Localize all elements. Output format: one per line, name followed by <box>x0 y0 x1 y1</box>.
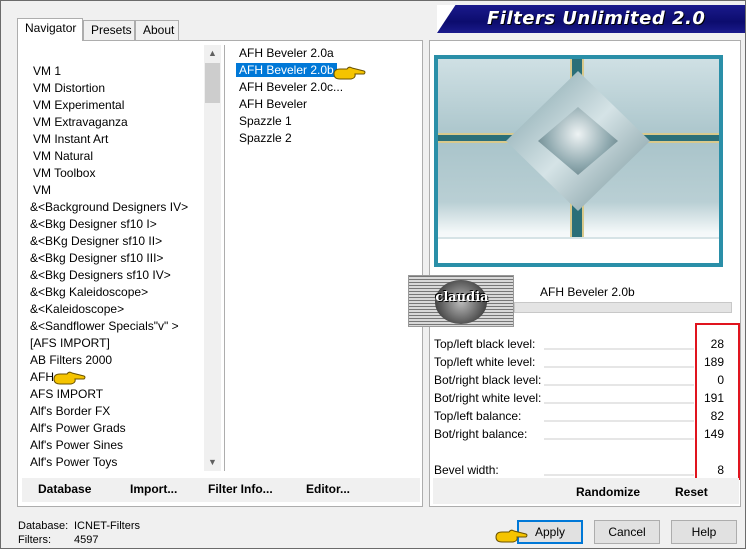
param-slider[interactable] <box>544 366 694 368</box>
filter-item[interactable]: Spazzle 1 <box>225 113 424 130</box>
database-info: Database: ICNET-Filters Filters: 4597 <box>18 519 140 547</box>
category-item[interactable]: &<Sandflower Specials"v" > <box>28 318 204 335</box>
tab-presets[interactable]: Presets <box>83 20 135 40</box>
tab-navigator[interactable]: Navigator <box>17 18 83 41</box>
param-row[interactable]: Bot/right white level: 191 <box>434 389 734 407</box>
param-label: Bevel width: <box>434 463 499 477</box>
category-item[interactable]: &<Background Designers IV> <box>28 199 204 216</box>
reset-button[interactable]: Reset <box>675 485 708 499</box>
highlight-box <box>695 323 740 480</box>
param-slider[interactable] <box>544 402 694 404</box>
pointing-hand-icon <box>53 370 87 386</box>
scroll-up-icon[interactable]: ▲ <box>204 45 221 62</box>
param-label: Top/left black level: <box>434 337 536 351</box>
category-item[interactable]: &<Bkg Kaleidoscope> <box>28 284 204 301</box>
randomize-button[interactable]: Randomize <box>576 485 640 499</box>
filters-label: Filters: <box>18 534 51 546</box>
filters-count: 4597 <box>74 534 99 546</box>
param-label: Top/left balance: <box>434 409 522 423</box>
category-item[interactable]: &<Kaleidoscope> <box>28 301 204 318</box>
filter-item[interactable]: AFH Beveler 2.0c... <box>225 79 424 96</box>
cancel-button[interactable]: Cancel <box>594 520 660 544</box>
filter-list[interactable]: AFH Beveler 2.0a AFH Beveler 2.0b AFH Be… <box>224 45 424 471</box>
param-label: Bot/right balance: <box>434 427 528 441</box>
category-item[interactable]: &<BKg Designer sf10 II> <box>28 233 204 250</box>
param-label: Bot/right white level: <box>434 391 542 405</box>
selected-filter-label: AFH Beveler 2.0b <box>236 63 337 77</box>
category-item[interactable]: VM Extravaganza <box>28 114 204 131</box>
param-row[interactable]: Top/left black level: 28 <box>434 335 734 353</box>
category-item[interactable]: VM <box>28 182 204 199</box>
param-slider[interactable] <box>544 420 694 422</box>
category-scrollbar[interactable]: ▲ ▼ <box>204 45 221 471</box>
help-button[interactable]: Help <box>671 520 737 544</box>
database-button[interactable]: Database <box>38 482 91 496</box>
tab-about[interactable]: About <box>135 20 179 40</box>
param-label: Bot/right black level: <box>434 373 542 387</box>
pointing-hand-icon <box>495 528 529 544</box>
filter-info-button[interactable]: Filter Info... <box>208 482 273 496</box>
category-item[interactable]: VM Distortion <box>28 80 204 97</box>
preview-canvas <box>438 59 719 263</box>
database-label: Database: <box>18 520 69 532</box>
category-item[interactable]: VM Natural <box>28 148 204 165</box>
category-item[interactable]: AB Filters 2000 <box>28 352 204 369</box>
category-item[interactable]: VM Instant Art <box>28 131 204 148</box>
filter-item[interactable]: Spazzle 2 <box>225 130 424 147</box>
filters-unlimited-window: Filters Unlimited 2.0 Navigator Presets … <box>0 0 746 549</box>
category-item[interactable]: &<Bkg Designer sf10 I> <box>28 216 204 233</box>
database-value: ICNET-Filters <box>74 520 140 532</box>
param-slider[interactable] <box>544 348 694 350</box>
pointing-hand-icon <box>333 65 367 81</box>
navigator-buttons: Database Import... Filter Info... Editor… <box>22 478 420 502</box>
param-row[interactable]: Bot/right balance: 149 <box>434 425 734 443</box>
param-row[interactable]: Bot/right black level: 0 <box>434 371 734 389</box>
category-item[interactable]: VM 1 <box>28 63 204 80</box>
category-item[interactable]: Alf's Power Toys <box>28 454 204 471</box>
param-slider[interactable] <box>544 438 694 440</box>
preview-image <box>434 55 723 267</box>
category-item[interactable]: VM Experimental <box>28 97 204 114</box>
category-item[interactable]: &<Bkg Designer sf10 III> <box>28 250 204 267</box>
category-list[interactable]: VM 1 VM Distortion VM Experimental VM Ex… <box>28 63 204 471</box>
param-label: Top/left white level: <box>434 355 536 369</box>
watermark-logo: claudia <box>408 275 514 327</box>
preview-filter-name: AFH Beveler 2.0b <box>540 285 635 299</box>
logo-text: claudia <box>435 290 489 305</box>
scroll-down-icon[interactable]: ▼ <box>204 454 221 471</box>
category-item[interactable]: Alf's Power Grads <box>28 420 204 437</box>
scroll-thumb[interactable] <box>205 63 220 103</box>
window-title: Filters Unlimited 2.0 <box>487 8 706 29</box>
preset-buttons: Randomize Reset <box>433 478 739 504</box>
category-item[interactable]: VM Toolbox <box>28 165 204 182</box>
param-row[interactable]: Top/left white level: 189 <box>434 353 734 371</box>
param-slider[interactable] <box>544 384 694 386</box>
filter-item-selected[interactable]: AFH Beveler 2.0b <box>225 62 424 79</box>
param-slider[interactable] <box>544 474 694 476</box>
param-row[interactable]: Top/left balance: 82 <box>434 407 734 425</box>
navigator-panel: VM 1 VM Distortion VM Experimental VM Ex… <box>17 40 423 507</box>
editor-button[interactable]: Editor... <box>306 482 350 496</box>
category-item[interactable]: Alf's Power Sines <box>28 437 204 454</box>
filter-item[interactable]: AFH Beveler 2.0a <box>225 45 424 62</box>
preview-snow <box>438 237 719 263</box>
category-item[interactable]: Alf's Border FX <box>28 403 204 420</box>
import-button[interactable]: Import... <box>130 482 177 496</box>
param-row[interactable]: Bevel width: 8 <box>434 461 734 479</box>
category-item[interactable]: &<Bkg Designers sf10 IV> <box>28 267 204 284</box>
filter-item[interactable]: AFH Beveler <box>225 96 424 113</box>
category-item[interactable]: [AFS IMPORT] <box>28 335 204 352</box>
category-item[interactable]: AFS IMPORT <box>28 386 204 403</box>
title-banner: Filters Unlimited 2.0 <box>437 5 745 33</box>
progress-strip <box>514 302 732 313</box>
